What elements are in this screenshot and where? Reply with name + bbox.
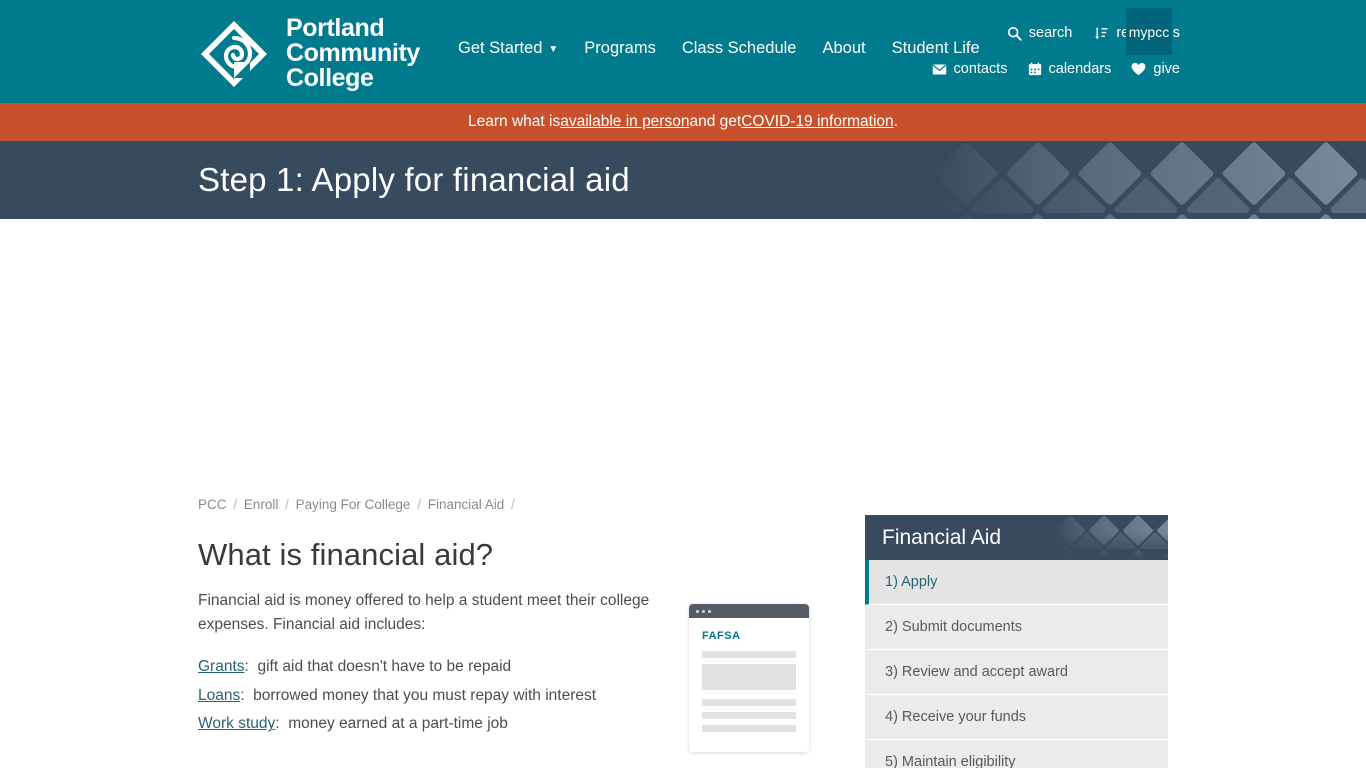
aid-type-link-loans[interactable]: Loans bbox=[198, 687, 240, 704]
sidebar-link-apply[interactable]: 1) Apply bbox=[869, 560, 1168, 604]
nav-item-about[interactable]: About bbox=[822, 39, 865, 58]
breadcrumb-separator: / bbox=[417, 497, 421, 512]
utility-contacts-link[interactable]: contacts bbox=[932, 61, 1008, 77]
utility-label: calendars bbox=[1048, 61, 1112, 77]
utility-row-2: contacts calendars give bbox=[932, 56, 1180, 82]
sidebar-item-apply[interactable]: 1) Apply bbox=[865, 560, 1168, 605]
aid-types-list: Grants: gift aid that doesn't have to be… bbox=[198, 653, 846, 739]
brand-line-2: Community bbox=[286, 39, 420, 67]
utility-label: give bbox=[1153, 61, 1180, 77]
aid-type-description: borrowed money that you must repay with … bbox=[253, 686, 597, 704]
aid-type-link-work-study[interactable]: Work study bbox=[198, 715, 275, 732]
alert-text-suffix: . bbox=[893, 113, 898, 130]
sidebar-link-submit-documents[interactable]: 2) Submit documents bbox=[869, 605, 1168, 649]
sidebar-item-review-and-accept-award[interactable]: 3) Review and accept award bbox=[865, 650, 1168, 695]
breadcrumb-separator: / bbox=[233, 497, 238, 512]
intro-paragraph: Financial aid is money offered to help a… bbox=[198, 592, 650, 634]
breadcrumb-item-pcc[interactable]: PCC bbox=[198, 497, 227, 512]
aid-type-description: gift aid that doesn't have to be repaid bbox=[257, 658, 512, 676]
heart-icon bbox=[1131, 62, 1146, 76]
sidebar-item-submit-documents[interactable]: 2) Submit documents bbox=[865, 605, 1168, 650]
pcc-diamond-swirl-logo-icon bbox=[198, 18, 270, 90]
sidebar: Financial Aid 1) Apply 2) Submit documen… bbox=[865, 515, 1168, 768]
utility-search-link[interactable]: search bbox=[1007, 25, 1073, 41]
section-heading-what-is-financial-aid: What is financial aid? bbox=[198, 537, 494, 572]
sort-arrows-icon bbox=[1094, 26, 1109, 41]
diamond-pattern-decoration bbox=[1053, 515, 1168, 560]
covid-alert-bar: Learn what is available in person and ge… bbox=[0, 103, 1366, 141]
brand-line-3: College bbox=[286, 64, 374, 92]
utility-give-link[interactable]: give bbox=[1131, 61, 1180, 77]
list-item: Loans: borrowed money that you must repa… bbox=[198, 682, 846, 711]
alert-link-in-person[interactable]: available in person bbox=[560, 113, 689, 131]
diamond-pattern-decoration bbox=[930, 141, 1366, 219]
breadcrumb-separator: / bbox=[511, 497, 515, 512]
breadcrumb-item-paying-for-college[interactable]: Paying For College bbox=[296, 497, 411, 512]
main-navigation: Get Started ▼ Programs Class Schedule Ab… bbox=[458, 39, 980, 58]
sidebar-header-financial-aid: Financial Aid bbox=[865, 515, 1168, 560]
site-header: Portland Community College Get Started ▼… bbox=[0, 0, 1366, 103]
sidebar-nav-financial-aid: 1) Apply 2) Submit documents 3) Review a… bbox=[865, 560, 1168, 768]
main-content: What is financial aid? Financial aid is … bbox=[198, 537, 846, 768]
nav-item-programs[interactable]: Programs bbox=[584, 39, 656, 58]
aid-type-link-grants[interactable]: Grants bbox=[198, 658, 245, 675]
nav-item-class-schedule[interactable]: Class Schedule bbox=[682, 39, 797, 58]
sidebar-link-maintain-eligibility[interactable]: 5) Maintain eligibility bbox=[869, 740, 1168, 768]
breadcrumb: PCC / Enroll / Paying For College / Fina… bbox=[198, 497, 518, 512]
sidebar-box-financial-aid: Financial Aid 1) Apply 2) Submit documen… bbox=[865, 515, 1168, 768]
sidebar-link-review-and-accept-award[interactable]: 3) Review and accept award bbox=[869, 650, 1168, 694]
colon: : bbox=[240, 686, 245, 704]
alert-link-covid-info[interactable]: COVID-19 information bbox=[741, 113, 893, 131]
page-body: PCC / Enroll / Paying For College / Fina… bbox=[0, 219, 1366, 768]
sidebar-item-maintain-eligibility[interactable]: 5) Maintain eligibility bbox=[865, 740, 1168, 768]
calendar-icon bbox=[1028, 62, 1042, 76]
page-title: Step 1: Apply for financial aid bbox=[198, 161, 630, 198]
list-item: Work study: money earned at a part-time … bbox=[198, 710, 846, 739]
sidebar-link-receive-your-funds[interactable]: 4) Receive your funds bbox=[869, 695, 1168, 739]
breadcrumb-item-financial-aid[interactable]: Financial Aid bbox=[428, 497, 505, 512]
envelope-icon bbox=[932, 63, 947, 76]
colon: : bbox=[275, 715, 280, 733]
colon: : bbox=[244, 658, 249, 676]
utility-label: contacts bbox=[953, 61, 1008, 77]
sidebar-title-financial-aid: Financial Aid bbox=[882, 525, 1002, 549]
breadcrumb-item-enroll[interactable]: Enroll bbox=[244, 497, 279, 512]
breadcrumb-separator: / bbox=[285, 497, 289, 512]
alert-text-middle: and get bbox=[689, 113, 742, 130]
brand-line-1: Portland bbox=[286, 14, 385, 42]
search-icon bbox=[1007, 26, 1022, 41]
mypcc-button[interactable]: mypcc bbox=[1126, 8, 1172, 55]
chevron-down-icon: ▼ bbox=[548, 43, 559, 55]
sidebar-item-receive-your-funds[interactable]: 4) Receive your funds bbox=[865, 695, 1168, 740]
aid-type-description: money earned at a part-time job bbox=[288, 715, 508, 733]
alert-text-prefix: Learn what is bbox=[468, 113, 561, 130]
nav-item-get-started[interactable]: Get Started ▼ bbox=[458, 39, 558, 58]
site-logo-link[interactable]: Portland Community College bbox=[198, 16, 420, 91]
page-title-banner: Step 1: Apply for financial aid bbox=[0, 141, 1366, 219]
brand-wordmark: Portland Community College bbox=[286, 16, 420, 91]
utility-calendars-link[interactable]: calendars bbox=[1028, 61, 1112, 77]
list-item: Grants: gift aid that doesn't have to be… bbox=[198, 653, 846, 682]
nav-label: Get Started bbox=[458, 39, 543, 57]
utility-label: search bbox=[1028, 25, 1073, 41]
